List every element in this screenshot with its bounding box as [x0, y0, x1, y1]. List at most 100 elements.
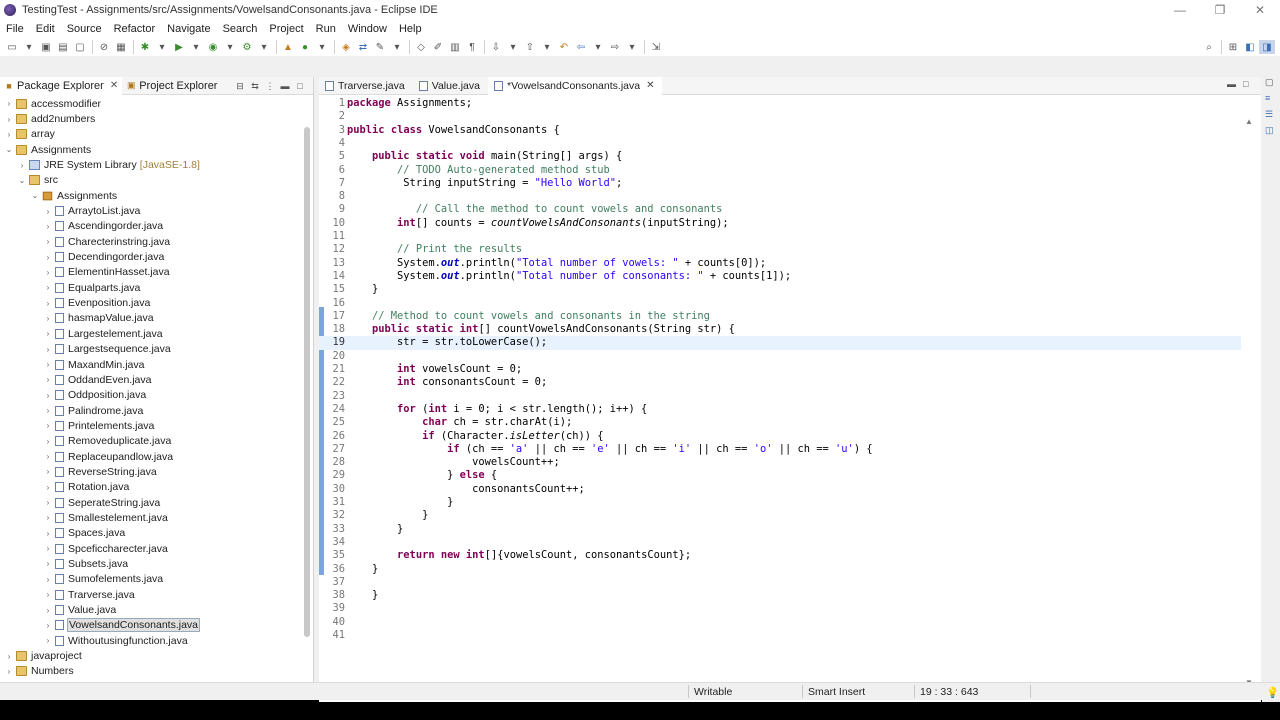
code-line[interactable]: System.out.println("Total number of vowe…	[347, 257, 766, 270]
problems-icon[interactable]: ◫	[1265, 125, 1277, 137]
back-icon[interactable]: ⇦	[573, 40, 589, 54]
pin-editor-icon[interactable]: ⇲	[648, 40, 664, 54]
chevron-right-icon[interactable]: ›	[43, 314, 53, 323]
code-line[interactable]: for (int i = 0; i < str.length(); i++) {	[347, 403, 647, 416]
tree-item[interactable]: › array	[0, 127, 302, 142]
maximize-button[interactable]: ❐	[1200, 0, 1240, 20]
tree-item[interactable]: › Rotation.java	[0, 480, 302, 495]
toggle-word-wrap-icon[interactable]: ▥	[447, 40, 463, 54]
close-button[interactable]: ✕	[1240, 0, 1280, 20]
tree-item[interactable]: ⌄ Assignments	[0, 142, 302, 157]
search-icon[interactable]: ⌕	[1201, 40, 1217, 54]
tab-vowelsandconsonants[interactable]: *VowelsandConsonants.java ✕	[487, 76, 663, 95]
code-line[interactable]: public static void main(String[] args) {	[347, 150, 622, 163]
tab-value[interactable]: Value.java	[413, 77, 488, 95]
tab-package-explorer[interactable]: ■ Package Explorer ✕	[0, 76, 123, 95]
code-line[interactable]: package Assignments;	[347, 97, 472, 110]
chevron-right-icon[interactable]: ›	[43, 498, 53, 507]
back-dropdown-icon[interactable]: ▾	[590, 40, 606, 54]
tree-scrollbar[interactable]	[304, 127, 310, 637]
tree-item[interactable]: › Replaceupandlow.java	[0, 449, 302, 464]
new-class-dropdown-icon[interactable]: ▾	[314, 40, 330, 54]
tree-item[interactable]: › Evenposition.java	[0, 295, 302, 310]
menu-search[interactable]: Search	[223, 23, 258, 35]
debug-dropdown-icon[interactable]: ▾	[154, 40, 170, 54]
chevron-right-icon[interactable]: ›	[4, 652, 14, 661]
task-list-icon[interactable]: ☰	[1265, 109, 1277, 121]
chevron-right-icon[interactable]: ›	[43, 345, 53, 354]
code-line[interactable]: int consonantsCount = 0;	[347, 376, 547, 389]
menu-refactor[interactable]: Refactor	[114, 23, 156, 35]
tree-item[interactable]: › JRE System Library [JavaSE-1.8]	[0, 157, 302, 172]
code-line[interactable]: System.out.println("Total number of cons…	[347, 270, 791, 283]
chevron-down-icon[interactable]: ⌄	[4, 145, 14, 154]
chevron-right-icon[interactable]: ›	[43, 513, 53, 522]
view-menu-icon[interactable]: ⋮	[263, 79, 277, 93]
chevron-down-icon[interactable]: ⌄	[30, 191, 40, 200]
code-line[interactable]: }	[347, 589, 378, 602]
code-editor[interactable]: 1 package Assignments; 2 3 public class Vowe…	[319, 97, 1249, 657]
tree-item[interactable]: › ReverseString.java	[0, 464, 302, 479]
run-icon[interactable]: ▶	[171, 40, 187, 54]
tree-item[interactable]: › Printelements.java	[0, 418, 302, 433]
chevron-right-icon[interactable]: ›	[43, 559, 53, 568]
code-line[interactable]: int vowelsCount = 0;	[347, 363, 522, 376]
debug-icon[interactable]: ✱	[137, 40, 153, 54]
code-line[interactable]: // Call the method to count vowels and c…	[347, 203, 723, 216]
forward-dropdown-icon[interactable]: ▾	[624, 40, 640, 54]
chevron-right-icon[interactable]: ›	[43, 222, 53, 231]
prev-annotation-icon[interactable]: ⇧	[522, 40, 538, 54]
code-line[interactable]: vowelsCount++;	[347, 456, 560, 469]
code-line[interactable]: }	[347, 283, 378, 296]
chevron-right-icon[interactable]: ›	[43, 237, 53, 246]
menu-run[interactable]: Run	[316, 23, 336, 35]
link-editor-icon[interactable]: ⇆	[248, 79, 262, 93]
chevron-right-icon[interactable]: ›	[43, 621, 53, 630]
tree-item[interactable]: › Ascendingorder.java	[0, 219, 302, 234]
chevron-right-icon[interactable]: ›	[43, 329, 53, 338]
menu-help[interactable]: Help	[399, 23, 422, 35]
save-all-icon[interactable]: ▤	[55, 40, 71, 54]
code-line[interactable]: }	[347, 523, 403, 536]
chevron-right-icon[interactable]: ›	[4, 667, 14, 676]
close-icon[interactable]: ✕	[646, 80, 654, 91]
chevron-right-icon[interactable]: ›	[43, 529, 53, 538]
tree-item[interactable]: › Withoutusingfunction.java	[0, 633, 302, 648]
prev-annotation-dropdown-icon[interactable]: ▾	[539, 40, 555, 54]
open-type-icon[interactable]: ◈	[338, 40, 354, 54]
chevron-right-icon[interactable]: ›	[43, 253, 53, 262]
minimize-editor-icon[interactable]: ▬	[1227, 79, 1239, 91]
code-line[interactable]: public static int[] countVowelsAndConson…	[347, 323, 735, 336]
toggle-block-icon[interactable]: ✐	[430, 40, 446, 54]
tree-item[interactable]: › Oddposition.java	[0, 388, 302, 403]
chevron-right-icon[interactable]: ›	[43, 452, 53, 461]
external-tools-icon[interactable]: ⚙	[239, 40, 255, 54]
tree-item[interactable]: › SeperateString.java	[0, 495, 302, 510]
chevron-right-icon[interactable]: ›	[43, 467, 53, 476]
coverage-icon[interactable]: ◉	[205, 40, 221, 54]
code-line[interactable]: }	[347, 563, 378, 576]
toggle-mark-icon[interactable]: ◇	[413, 40, 429, 54]
tree-item[interactable]: › Largestelement.java	[0, 326, 302, 341]
code-line[interactable]: if (Character.isLetter(ch)) {	[347, 430, 603, 443]
chevron-right-icon[interactable]: ›	[43, 437, 53, 446]
search-tool-icon[interactable]: ✎	[372, 40, 388, 54]
chevron-right-icon[interactable]: ›	[43, 375, 53, 384]
menu-edit[interactable]: Edit	[36, 23, 55, 35]
menu-source[interactable]: Source	[67, 23, 102, 35]
menu-navigate[interactable]: Navigate	[167, 23, 210, 35]
chevron-right-icon[interactable]: ›	[43, 268, 53, 277]
code-line[interactable]: // Method to count vowels and consonants…	[347, 310, 710, 323]
code-line[interactable]: int[] counts = countVowelsAndConsonants(…	[347, 217, 729, 230]
new-dropdown-icon[interactable]: ▾	[21, 40, 37, 54]
maximize-view-icon[interactable]: □	[293, 79, 307, 93]
menu-file[interactable]: File	[6, 23, 24, 35]
search-dropdown-icon[interactable]: ▾	[389, 40, 405, 54]
next-annotation-icon[interactable]: ⇩	[488, 40, 504, 54]
chevron-right-icon[interactable]: ›	[43, 590, 53, 599]
chevron-right-icon[interactable]: ›	[4, 99, 14, 108]
tree-item[interactable]: › Largestsequence.java	[0, 342, 302, 357]
tree-item[interactable]: › add2numbers	[0, 111, 302, 126]
toggle-whitespace-icon[interactable]: ¶	[464, 40, 480, 54]
minimize-button[interactable]: —	[1160, 0, 1200, 20]
